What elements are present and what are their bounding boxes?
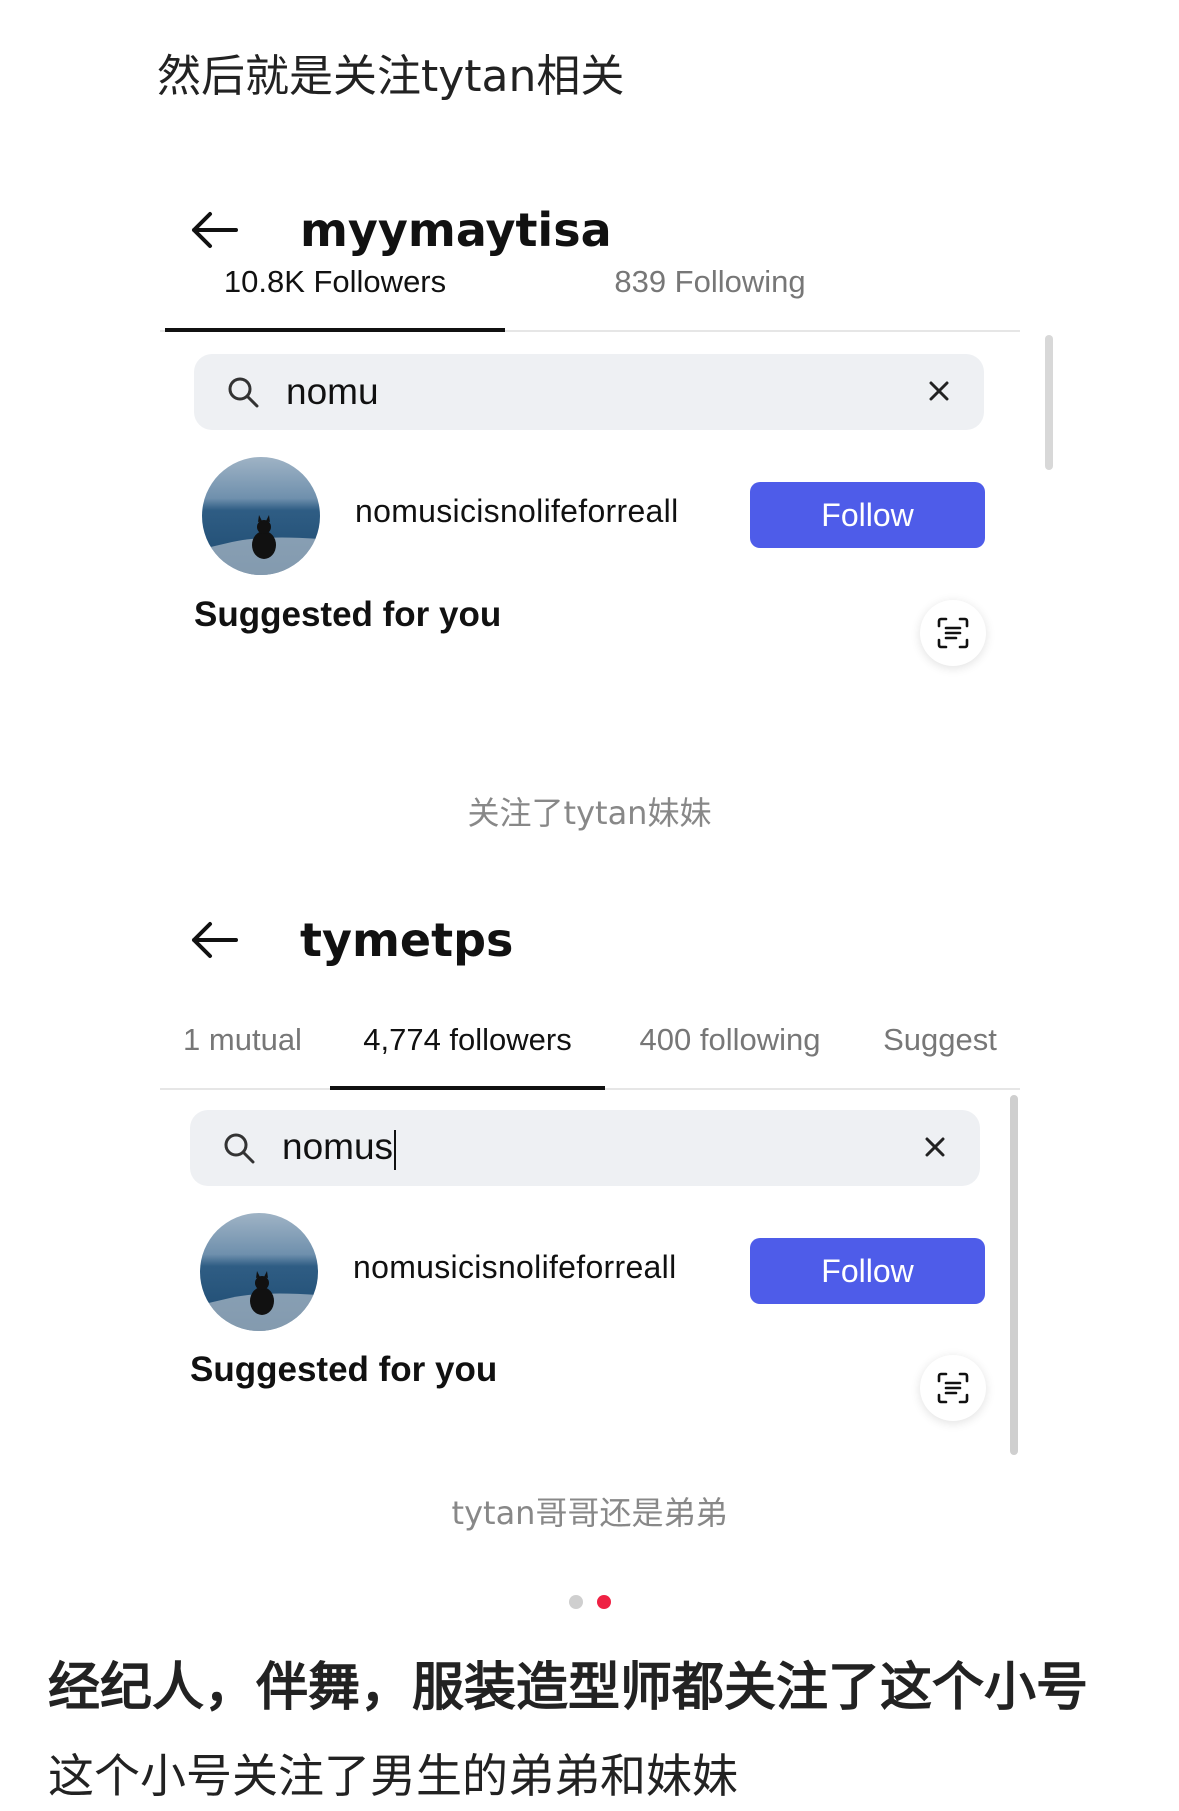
back-arrow-icon[interactable] [188,920,240,960]
tab-bar: 1 mutual 4,774 followers 400 following S… [160,990,1020,1090]
close-icon[interactable] [920,1132,950,1162]
result-username[interactable]: nomusicisnolifeforreall [353,1249,676,1286]
search-icon [224,1133,255,1164]
avatar[interactable] [202,457,320,575]
tab-mutual[interactable]: 1 mutual [160,990,325,1090]
follow-button[interactable]: Follow [750,1238,985,1304]
tab-following[interactable]: 400 following [615,990,845,1090]
post-page: 然后就是关注tytan相关 myymaytisa 10.8K Followers… [0,0,1179,1811]
suggested-heading: Suggested for you [190,1350,498,1389]
tab-following[interactable]: 839 Following [540,232,880,332]
active-tab-indicator [330,1086,605,1090]
post-intro-text: 然后就是关注tytan相关 [157,51,625,102]
result-row[interactable]: nomusicisnolifeforreall Follow [160,1213,1020,1343]
page-dot-1[interactable] [568,1595,583,1609]
screenshot-1-caption: 关注了tytan妹妹 [467,794,712,832]
tab-followers[interactable]: 4,774 followers [330,990,605,1090]
screenshot-2: tymetps 1 mutual 4,774 followers 400 fol… [160,870,1020,1470]
active-tab-indicator [165,328,505,332]
page-dot-2[interactable] [596,1595,611,1609]
tab-bar: 10.8K Followers 839 Following [160,232,1020,332]
profile-header: tymetps [188,905,513,975]
tab-followers[interactable]: 10.8K Followers [165,232,505,332]
screenshot-1: myymaytisa 10.8K Followers 839 Following… [160,160,1053,760]
close-icon[interactable] [924,376,954,406]
avatar[interactable] [200,1213,318,1331]
result-username[interactable]: nomusicisnolifeforreall [355,493,678,530]
scan-icon [937,1372,969,1404]
scrollbar[interactable] [1010,1095,1018,1455]
search-bar[interactable]: nomu [194,354,984,430]
scan-button[interactable] [920,600,986,666]
post-body-heading: 经纪人，伴舞，服装造型师都关注了这个小号 [48,1658,1089,1718]
search-input[interactable]: nomu [286,371,886,413]
post-body-text: 这个小号关注了男生的弟弟和妹妹 [48,1749,738,1803]
scan-icon [937,617,969,649]
search-bar[interactable]: nomus [190,1110,980,1186]
result-row[interactable]: nomusicisnolifeforreall Follow [160,457,1020,587]
scrollbar[interactable] [1045,335,1053,470]
follow-button[interactable]: Follow [750,482,985,548]
scan-button[interactable] [920,1355,986,1421]
text-caret [394,1129,397,1170]
search-icon [228,377,259,408]
screenshot-2-caption: tytan哥哥还是弟弟 [451,1494,728,1532]
profile-username: tymetps [300,913,514,967]
search-input[interactable]: nomus [282,1126,882,1170]
suggested-heading: Suggested for you [194,595,502,634]
tab-suggested[interactable]: Suggest [860,990,1020,1090]
carousel-pagination [0,1595,1179,1609]
